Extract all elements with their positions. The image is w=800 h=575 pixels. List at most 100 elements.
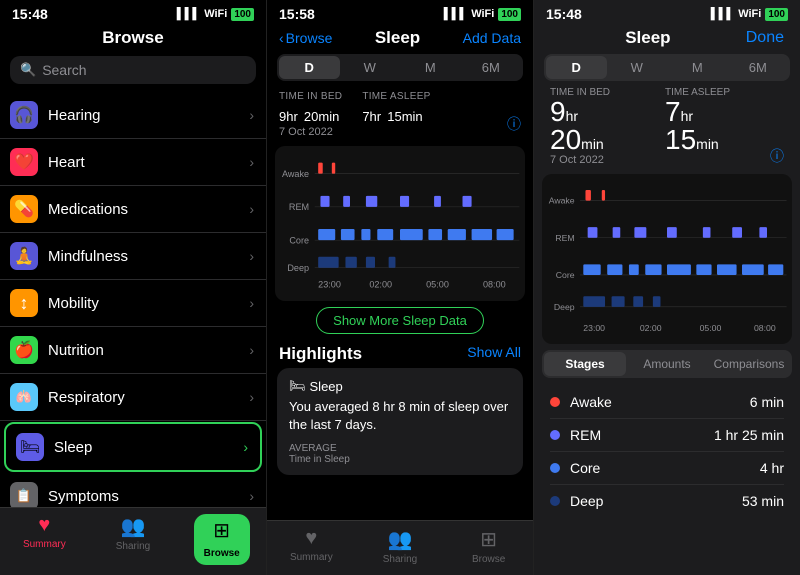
sleep-right-panel: 15:48 ▌▌▌ WiFi 100 Sleep Done D W M 6M T…	[534, 0, 800, 575]
svg-text:05:00: 05:00	[700, 323, 722, 333]
chevron-icon: ›	[249, 201, 254, 217]
tab-summary-p2[interactable]: ♥ Summary	[267, 527, 356, 565]
svg-text:23:00: 23:00	[583, 323, 605, 333]
time-asleep-label-p2: TIME ASLEEP	[362, 91, 430, 102]
sharing-label-p2: Sharing	[383, 554, 417, 565]
back-button[interactable]: ‹ Browse	[279, 30, 332, 46]
menu-item-respiratory[interactable]: 🫁 Respiratory ›	[0, 374, 266, 421]
tab-6m-p3[interactable]: 6M	[728, 56, 789, 79]
wifi-icon: WiFi	[204, 8, 227, 20]
svg-text:REM: REM	[555, 233, 574, 243]
info-icon-p3[interactable]: ⓘ	[770, 146, 784, 166]
rem-value: 1 hr 25 min	[714, 427, 784, 443]
time-in-bed-value-p2: 9hr 20min	[279, 102, 342, 126]
stage-row-rem: REM 1 hr 25 min	[550, 419, 784, 452]
browse-icon: ⊞	[204, 518, 240, 543]
status-time-p2: 15:58	[279, 6, 315, 22]
tab-bar-p2: ♥ Summary 👥 Sharing ⊞ Browse	[267, 520, 533, 575]
summary-icon: ♥	[38, 514, 50, 537]
sleep-stats-p2: TIME IN BED 9hr 20min 7 Oct 2022 TIME AS…	[267, 87, 533, 142]
stages-list: Awake 6 min REM 1 hr 25 min Core 4 hr De…	[534, 382, 800, 517]
status-time-p1: 15:48	[12, 6, 48, 22]
menu-list: 🎧 Hearing › ❤️ Heart › 💊 Medications › 🧘…	[0, 92, 266, 567]
sleep-chart-p3: Awake REM Core Deep	[542, 174, 792, 344]
browse-label-p2: Browse	[472, 554, 505, 565]
mindfulness-icon: 🧘	[10, 242, 38, 270]
back-label: Browse	[286, 30, 333, 46]
menu-item-hearing[interactable]: 🎧 Hearing ›	[0, 92, 266, 139]
awake-label: Awake	[570, 394, 750, 410]
stages-tabs: Stages Amounts Comparisons	[542, 350, 792, 378]
rem-dot	[550, 430, 560, 440]
menu-item-nutrition[interactable]: 🍎 Nutrition ›	[0, 327, 266, 374]
chevron-icon: ›	[249, 342, 254, 358]
chevron-icon: ›	[249, 488, 254, 504]
done-button[interactable]: Done	[746, 29, 784, 47]
tab-browse-p2[interactable]: ⊞ Browse	[444, 527, 533, 565]
show-more-sleep-data[interactable]: Show More Sleep Data	[267, 307, 533, 334]
sleep-detail-panel: 15:58 ▌▌▌ WiFi 100 ‹ Browse Sleep Add Da…	[267, 0, 534, 575]
back-chevron-icon: ‹	[279, 30, 284, 46]
status-icons-p3: ▌▌▌ WiFi 100	[711, 8, 788, 21]
awake-value: 6 min	[750, 394, 784, 410]
deep-dot	[550, 496, 560, 506]
tab-6m-p2[interactable]: 6M	[461, 56, 522, 79]
summary-label: Summary	[23, 539, 66, 550]
core-dot	[550, 463, 560, 473]
svg-text:05:00: 05:00	[426, 280, 449, 290]
wifi-icon-p3: WiFi	[738, 8, 761, 20]
respiratory-icon: 🫁	[10, 383, 38, 411]
signal-icon: ▌▌▌	[177, 8, 200, 20]
p2-nav-header: ‹ Browse Sleep Add Data	[267, 24, 533, 54]
menu-item-mobility[interactable]: ↕ Mobility ›	[0, 280, 266, 327]
battery-icon: 100	[231, 8, 254, 21]
tab-sharing-p2[interactable]: 👥 Sharing	[356, 527, 445, 565]
tab-w-p2[interactable]: W	[340, 56, 401, 79]
avg-label: Average	[289, 443, 511, 454]
nutrition-icon: 🍎	[10, 336, 38, 364]
show-more-label[interactable]: Show More Sleep Data	[316, 307, 484, 334]
search-placeholder: Search	[42, 62, 86, 78]
browse-panel: 15:48 ▌▌▌ WiFi 100 Browse 🔍 Search 🎧 Hea…	[0, 0, 267, 575]
svg-text:Core: Core	[556, 270, 575, 280]
tab-sharing[interactable]: 👥 Sharing	[89, 514, 178, 565]
info-icon-p2[interactable]: ⓘ	[507, 114, 521, 138]
menu-item-sleep[interactable]: 🛏 Sleep ›	[4, 422, 262, 472]
stat-date-p3: 7 Oct 2022	[550, 154, 635, 166]
sleep-chart-p2: Awake REM Core Deep	[275, 146, 525, 301]
tab-summary[interactable]: ♥ Summary	[0, 514, 89, 565]
search-bar[interactable]: 🔍 Search	[10, 56, 256, 84]
menu-item-medications[interactable]: 💊 Medications ›	[0, 186, 266, 233]
svg-text:Awake: Awake	[549, 196, 575, 206]
highlight-card: 🛏 Sleep You averaged 8 hr 8 min of sleep…	[277, 368, 523, 474]
tab-d-p3[interactable]: D	[546, 56, 607, 79]
tab-m-p2[interactable]: M	[400, 56, 461, 79]
tab-amounts[interactable]: Amounts	[626, 352, 708, 376]
menu-item-hearing-label: Hearing	[48, 107, 249, 124]
svg-text:Core: Core	[289, 236, 309, 246]
menu-item-heart[interactable]: ❤️ Heart ›	[0, 139, 266, 186]
browse-label: Browse	[204, 548, 240, 559]
time-tabs-p3: D W M 6M	[544, 54, 790, 81]
hearing-icon: 🎧	[10, 101, 38, 129]
stage-row-core: Core 4 hr	[550, 452, 784, 485]
signal-icon-p2: ▌▌▌	[444, 8, 467, 20]
tab-d-p2[interactable]: D	[279, 56, 340, 79]
time-in-sleep-label: Time in Sleep	[289, 454, 511, 465]
medications-icon: 💊	[10, 195, 38, 223]
tab-comparisons[interactable]: Comparisons	[708, 352, 790, 376]
p3-stats: TIME IN BED 9hr 20min 7 Oct 2022 TIME AS…	[534, 85, 800, 170]
show-all-button[interactable]: Show All	[467, 344, 521, 364]
p2-title: Sleep	[375, 28, 420, 48]
add-data-button[interactable]: Add Data	[463, 30, 521, 46]
chevron-icon: ›	[249, 154, 254, 170]
summary-icon-p2: ♥	[305, 527, 317, 550]
tab-bar-p1: ♥ Summary 👥 Sharing ⊞ Browse	[0, 507, 266, 575]
chevron-icon: ›	[249, 389, 254, 405]
tab-m-p3[interactable]: M	[667, 56, 728, 79]
tab-stages[interactable]: Stages	[544, 352, 626, 376]
tab-browse[interactable]: ⊞ Browse	[177, 514, 266, 565]
menu-item-mindfulness[interactable]: 🧘 Mindfulness ›	[0, 233, 266, 280]
battery-icon-p3: 100	[765, 8, 788, 21]
tab-w-p3[interactable]: W	[607, 56, 668, 79]
